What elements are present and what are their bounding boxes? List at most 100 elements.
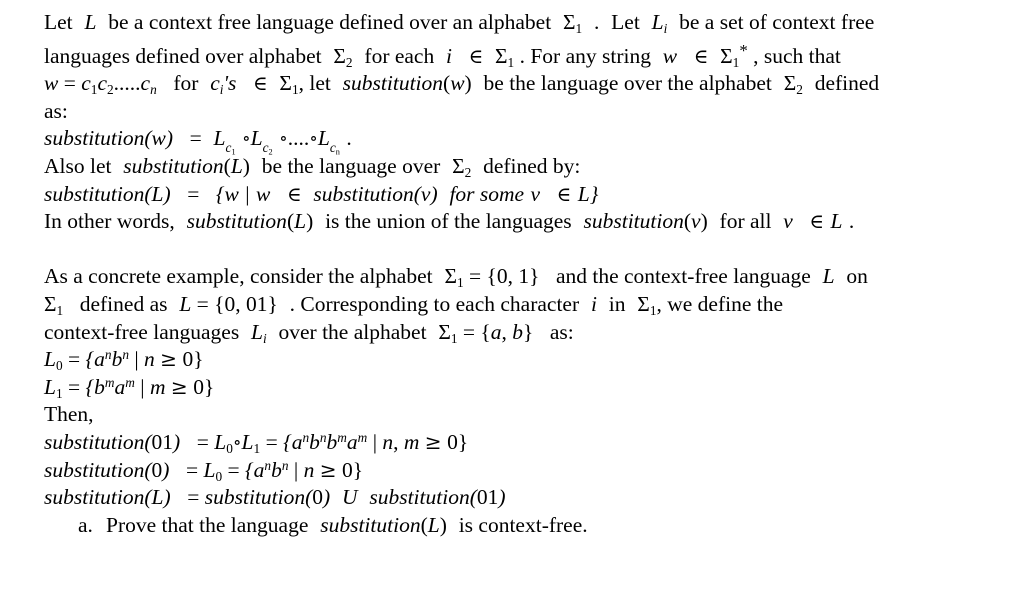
symbol-sigma-1d: Σ1 <box>444 264 464 291</box>
text-also-let: Also let <box>44 154 112 179</box>
result-substitution-01: substitution(01) = L0∘L1 = {anbnbmam | n… <box>44 430 469 457</box>
symbol-w: w <box>662 43 678 68</box>
paragraph1-line3: w = c1c2.....cn for ci's ∈ Σ1, let subst… <box>44 71 880 98</box>
paragraph2-line3: In other words, substitution(L) is the u… <box>44 209 855 234</box>
text-be-a-cfl: be a context free language defined over … <box>108 10 552 34</box>
text-be-lang-over: be the language over <box>261 154 441 179</box>
symbol-L-i2: Li <box>251 319 267 346</box>
ring-operator-icon: ∘ <box>242 128 251 149</box>
text-let: Let <box>44 10 73 34</box>
text-for-each: for each <box>364 43 435 68</box>
text-such-that: , such that <box>753 43 841 68</box>
document-body: Let L be a context free language defined… <box>44 9 1006 539</box>
text-let2: Let <box>611 10 640 34</box>
text-corresponding: . Corresponding to each character <box>289 292 580 317</box>
geq-icon-3: ≥ <box>424 430 442 455</box>
func-substitution-w: substitution <box>44 126 145 151</box>
text-prove-that-the-language: Prove that the language <box>106 512 309 537</box>
text-defined-as: defined as <box>79 292 168 317</box>
text-for-some: for some <box>449 181 525 206</box>
symbol-L-c1: Lc1 <box>213 126 236 157</box>
func-substitution-0b: substitution <box>204 485 306 510</box>
geq-icon: ≥ <box>160 347 178 372</box>
text-for-all: for all <box>719 209 772 234</box>
geq-icon-4: ≥ <box>319 457 337 482</box>
symbol-sigma-1c: Σ1 <box>279 71 299 98</box>
text-be-set-of: be a set of context free <box>679 10 875 34</box>
result-substitution-0: substitution(0) = L0 = {anbn | n ≥ 0} <box>44 457 364 484</box>
text-for-any-string: . For any string <box>519 43 651 68</box>
symbol-sigma-2c: Σ2 <box>452 154 472 181</box>
text-as-concrete: As a concrete example, consider the alph… <box>44 264 433 289</box>
text-for: for <box>173 71 199 96</box>
symbol-sigma-1b: Σ1 <box>495 43 515 70</box>
text-then: Then, <box>44 402 94 427</box>
func-substitution-L4: substitution <box>44 485 145 510</box>
func-substitution-01b: substitution <box>369 485 470 510</box>
document-page: Let L be a context free language defined… <box>0 0 1024 615</box>
func-substitution-v2: substitution <box>583 209 684 234</box>
element-of-icon-3: ∈ <box>252 72 268 96</box>
equation-substitution-L-set: substitution(L) = {w | w ∈ substitution(v)… <box>44 181 599 206</box>
symbol-cn: cn <box>140 71 157 98</box>
text-is-union: is the union of the languages <box>325 209 572 234</box>
paragraph3-line3: context-free languages Li over the alpha… <box>44 319 574 346</box>
symbol-sigma-2: Σ2 <box>333 43 353 70</box>
text-we-define-the: , we define the <box>656 292 784 317</box>
text-languages-defined-over: languages defined over alphabet <box>44 43 322 68</box>
text-and-the-cfl: and the context-free language <box>555 264 811 289</box>
ring-operator-icon-4: ∘ <box>232 431 242 452</box>
func-substitution-01: substitution <box>44 430 145 455</box>
func-substitution-v: substitution <box>313 181 414 206</box>
definition-L1: L1 = {bmam | m ≥ 0} <box>44 374 215 401</box>
symbol-ci-s: ci's <box>210 71 237 98</box>
ring-operator-icon-3: ∘ <box>309 128 318 149</box>
text-as-colon: as: <box>44 98 68 123</box>
symbol-c2: c2 <box>97 71 114 98</box>
element-of-icon-6: ∈ <box>809 210 825 234</box>
question-item-a: a. Prove that the language substitution(L… <box>44 512 1006 540</box>
text-be-the-language-over: be the language over the alphabet <box>483 71 772 96</box>
text-context-free-languages: context-free languages <box>44 319 240 344</box>
element-of-icon: ∈ <box>468 44 484 68</box>
geq-icon-2: ≥ <box>170 374 188 399</box>
text-in: in <box>608 292 626 317</box>
symbol-w3: w <box>450 71 465 96</box>
symbol-L0c: L0 <box>203 457 223 484</box>
result-substitution-L: substitution(L) = substitution(0) U subs… <box>44 485 506 510</box>
text-over-alphabet: over the alphabet <box>278 319 427 344</box>
symbol-L1b: L1 <box>241 430 261 457</box>
paragraph1-line4: as: <box>44 98 1006 126</box>
text-ellipsis: ..... <box>113 71 141 96</box>
symbol-L-i: Li <box>651 10 668 36</box>
symbol-w2: w <box>44 71 59 96</box>
symbol-sigma-1g: Σ1 <box>438 319 458 346</box>
symbol-L0: L0 <box>44 347 63 374</box>
paragraph1-line2: languages defined over alphabet Σ2 for e… <box>44 37 1006 71</box>
paragraph3-line1: As a concrete example, consider the alph… <box>44 264 868 291</box>
func-substitution: substitution <box>342 71 444 96</box>
element-of-icon-5: ∈ <box>556 182 572 206</box>
symbol-L: L <box>84 10 97 34</box>
text-let3: , let <box>298 71 331 96</box>
paragraph1-line1: Let L be a context free language defined… <box>44 9 1006 37</box>
text-is-context-free: is context-free. <box>458 512 588 537</box>
text-period: . <box>593 10 600 34</box>
func-substitution-L5: substitution <box>320 512 421 537</box>
symbol-L-cn: Lcn <box>317 126 340 157</box>
func-substitution-L2: substitution <box>44 181 145 206</box>
union-operator: U <box>342 485 358 510</box>
func-substitution-L3: substitution <box>186 209 287 234</box>
symbol-c1: c1 <box>81 71 98 98</box>
text-defined-by: defined by: <box>483 154 581 179</box>
text-in-other-words: In other words, <box>44 209 175 234</box>
symbol-L1: L1 <box>44 374 63 401</box>
symbol-L0b: L0 <box>214 430 233 457</box>
definition-L0: L0 = {anbn | n ≥ 0} <box>44 347 204 374</box>
paragraph3-line2: Σ1 defined as L = {0, 01} . Correspondin… <box>44 292 784 318</box>
element-of-icon-2: ∈ <box>693 44 709 68</box>
text-as2: as: <box>549 319 574 344</box>
func-substitution-L: substitution <box>123 154 224 179</box>
ring-operator-icon-2: ∘ <box>279 128 288 149</box>
